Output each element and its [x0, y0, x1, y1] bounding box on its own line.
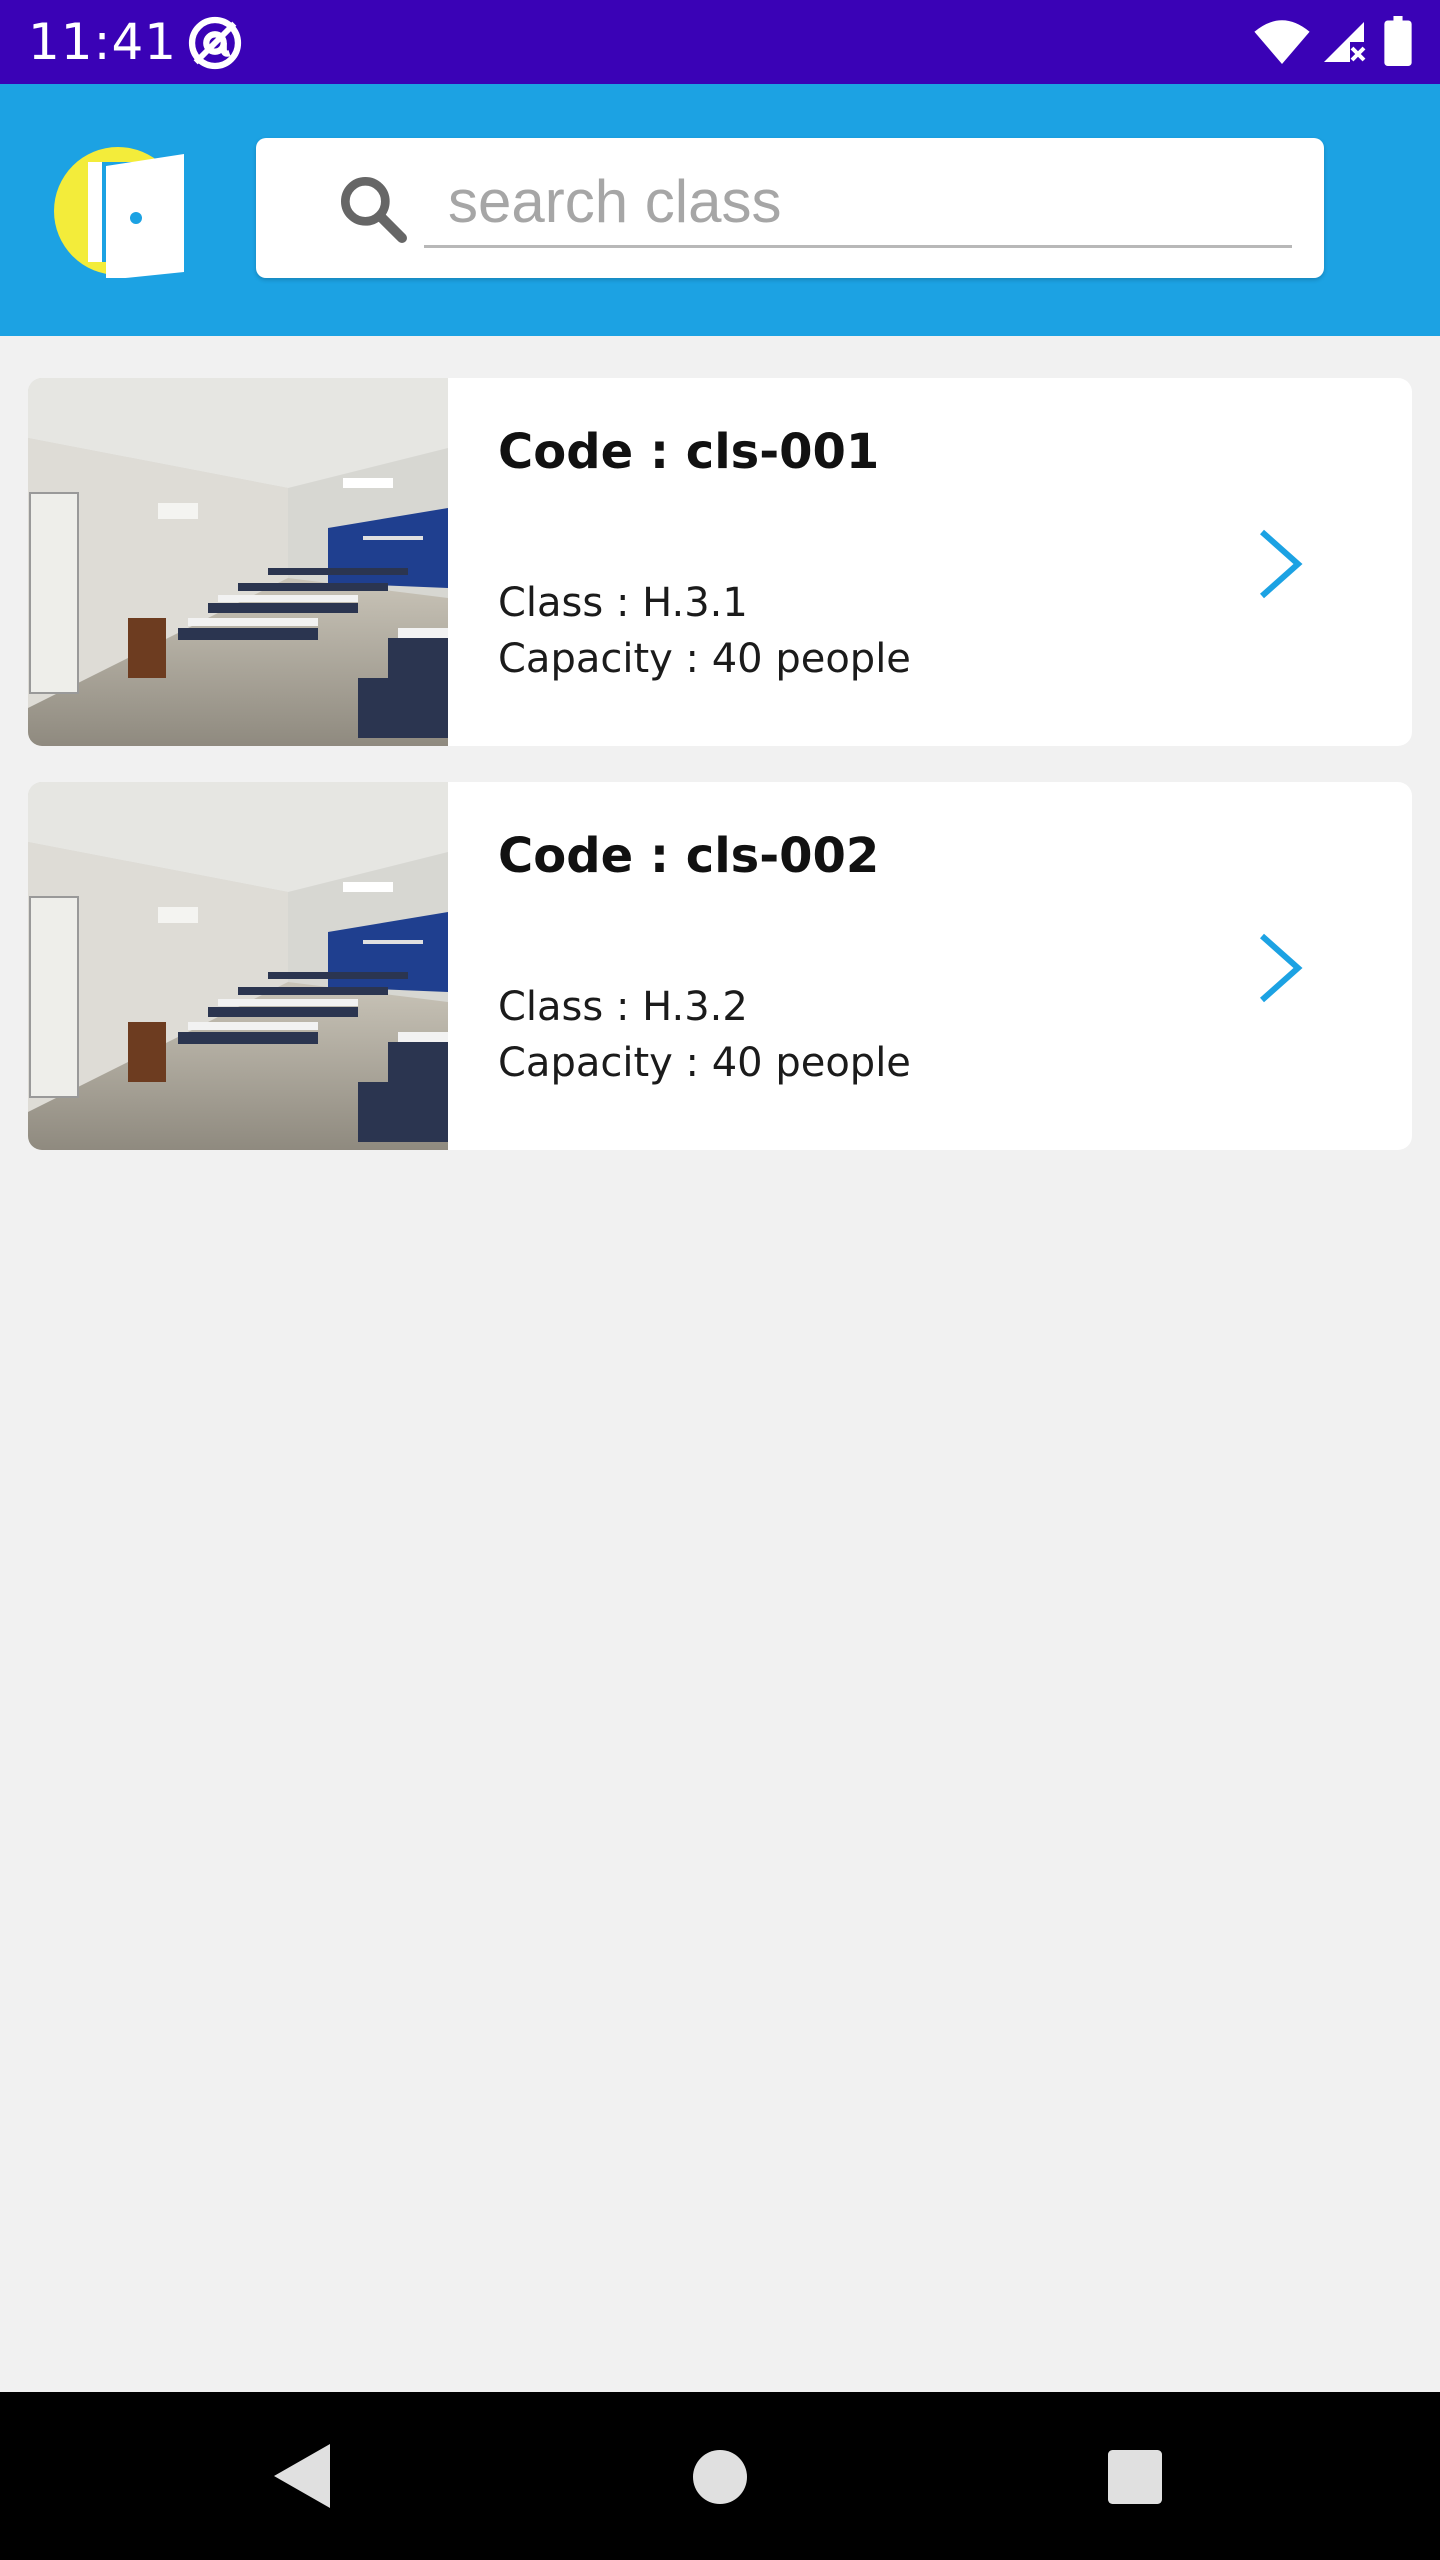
- wifi-icon: [1254, 20, 1310, 64]
- home-icon[interactable]: [693, 2450, 747, 2504]
- class-code: Code : cls-002: [498, 828, 880, 884]
- class-card[interactable]: Code : cls-001 Class : H.3.1 Capacity : …: [28, 378, 1412, 746]
- class-code: Code : cls-001: [498, 424, 880, 480]
- class-name: Class : H.3.1: [498, 580, 748, 626]
- door-logo-icon[interactable]: [54, 144, 188, 278]
- back-icon[interactable]: [270, 2440, 334, 2512]
- classroom-photo: [28, 378, 448, 746]
- chevron-right-icon[interactable]: [1250, 528, 1310, 600]
- class-card[interactable]: Code : cls-002 Class : H.3.2 Capacity : …: [28, 782, 1412, 1150]
- at-sign-icon: [188, 16, 242, 70]
- search-input[interactable]: [424, 158, 1292, 248]
- classroom-photo: [28, 782, 448, 1150]
- signal-no-service-icon: [1324, 22, 1366, 62]
- class-capacity: Capacity : 40 people: [498, 1040, 911, 1086]
- app-header: [0, 84, 1440, 336]
- chevron-right-icon[interactable]: [1250, 932, 1310, 1004]
- class-name: Class : H.3.2: [498, 984, 748, 1030]
- class-list: Code : cls-001 Class : H.3.1 Capacity : …: [28, 378, 1412, 1186]
- search-bar[interactable]: [256, 138, 1324, 278]
- recent-apps-icon[interactable]: [1108, 2450, 1162, 2504]
- status-bar: 11:41: [0, 0, 1440, 84]
- search-icon[interactable]: [332, 168, 412, 248]
- system-nav-bar: [0, 2392, 1440, 2560]
- status-time: 11:41: [28, 13, 178, 71]
- battery-icon: [1384, 16, 1412, 66]
- class-capacity: Capacity : 40 people: [498, 636, 911, 682]
